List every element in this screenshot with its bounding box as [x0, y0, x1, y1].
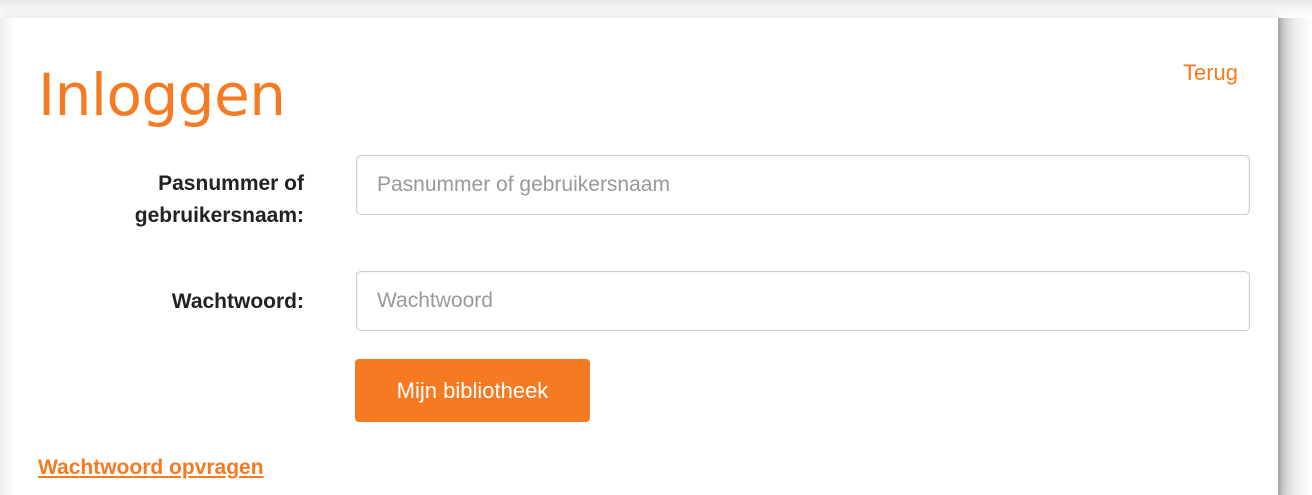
- password-label: Wachtwoord:: [171, 290, 304, 313]
- back-link[interactable]: Terug: [1183, 60, 1238, 86]
- forgot-password-link[interactable]: Wachtwoord opvragen: [38, 455, 264, 481]
- password-input[interactable]: [356, 271, 1250, 331]
- panel-edge: [0, 18, 14, 495]
- username-label: Pasnummer of gebruikersnaam:: [134, 172, 304, 227]
- page-background: Inloggen Terug Pasnummer of gebruikersna…: [0, 0, 1312, 495]
- panel-shadow: [1278, 18, 1312, 495]
- page-title: Inloggen: [38, 61, 286, 129]
- login-button[interactable]: Mijn bibliotheek: [355, 359, 590, 422]
- username-input[interactable]: [356, 155, 1250, 215]
